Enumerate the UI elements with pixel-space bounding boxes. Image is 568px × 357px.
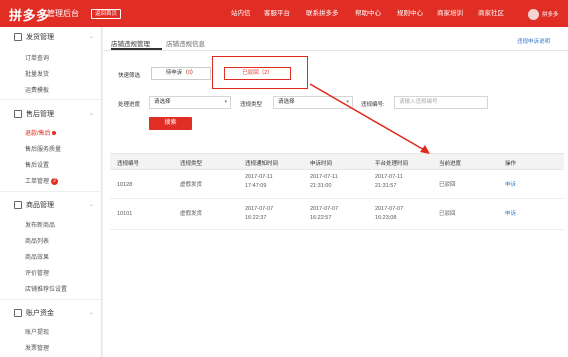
appeal-link[interactable]: 申诉 [505,210,516,218]
cell-notice-time: 17:47:09 [245,183,267,189]
divider [0,99,101,100]
chevron-down-icon: ▾ [224,99,227,105]
violation-no-label: 违规编号: [361,102,385,108]
sidebar-item-service-quality[interactable]: 售后服务质量 [25,144,61,153]
violation-no-input[interactable]: 请输入违规编号 [394,96,488,109]
col-handle-time: 平台处理时间 [375,161,409,167]
tabs-divider [103,50,568,51]
sidebar-item-bulk-shipping[interactable]: 批量发货 [25,69,49,78]
notification-dot [51,131,56,136]
top-bar: 拼多多 管理后台 返回首页 站内信 客服平台 联系拼多多 帮助中心 规则中心 商… [0,0,568,27]
violation-type-label: 违规类型 [240,102,263,108]
sidebar-item-goods-list[interactable]: 商品列表 [25,236,49,245]
row-divider [110,198,564,199]
cell-status: 已驳回 [439,211,456,217]
main-content: 店铺违规管理 店铺违规信息 违规申诉说明 快速筛选 待申诉（0） 已驳回（2） … [103,27,568,357]
account-icon [14,309,22,317]
col-notice-time: 违规通知时间 [245,161,279,167]
col-appeal-time: 申诉时间 [310,161,333,167]
progress-select[interactable]: 请选择 ▾ [149,96,231,109]
cell-violation-no: 10128 [117,182,133,188]
progress-label: 处理进度 [118,102,141,108]
nav-service-platform[interactable]: 客服平台 [264,0,290,27]
col-violation-no: 违规编号 [117,161,140,167]
sidebar-item-shipping-template[interactable]: 运费模板 [25,85,49,94]
sidebar-item-after-sale-settings[interactable]: 售后设置 [25,160,49,169]
sidebar: 发货管理 ⌄ 订单查询 批量发货 运费模板 售后管理 ⌄ 退款/售后 售后服务质… [0,27,102,357]
row-divider [110,229,564,230]
nav-merchant-training[interactable]: 商家培训 [437,0,463,27]
chevron-down-icon[interactable]: ⌄ [89,110,94,117]
nav-rules-center[interactable]: 规则中心 [397,0,423,27]
filter-pending-appeal[interactable]: 待申诉（0） [151,67,211,80]
chevron-down-icon[interactable]: ⌄ [89,201,94,208]
cell-handle-time: 16:23:08 [375,215,397,221]
avatar [528,8,539,20]
cell-appeal-date: 2017-07-07 [310,206,339,212]
cell-appeal-time: 16:22:57 [310,215,332,221]
goods-icon [14,201,22,209]
back-home-button[interactable]: 返回首页 [91,9,122,19]
quick-filter-label: 快速筛选 [118,73,141,79]
tab-violation-management[interactable]: 店铺违规管理 [111,38,150,48]
appeal-help-link[interactable]: 违规申诉说明 [517,37,550,45]
sidebar-item-withdraw[interactable]: 账户提现 [25,327,49,336]
cell-notice-date: 2017-07-11 [245,174,273,180]
cell-appeal-time: 21:31:00 [310,183,332,189]
sidebar-section-delivery[interactable]: 发货管理 [14,32,54,42]
after-sale-icon [14,110,22,118]
chevron-down-icon: ▾ [346,99,349,105]
search-button[interactable]: 搜索 [149,117,192,130]
nav-help-center[interactable]: 帮助中心 [355,0,381,27]
cell-handle-date: 2017-07-11 [375,174,403,180]
table-header: 违规编号 违规类型 违规通知时间 申诉时间 平台处理时间 当前进度 操作 [110,153,564,170]
cell-notice-date: 2017-07-07 [245,206,274,212]
nav-messages[interactable]: 站内信 [231,0,251,27]
tab-violation-info[interactable]: 店铺违规信息 [166,38,205,48]
sidebar-item-invoice[interactable]: 发票管理 [25,343,49,352]
chevron-down-icon[interactable]: ⌄ [89,33,94,40]
cell-violation-type: 虚假发货 [180,182,203,188]
divider [0,191,101,192]
chevron-down-icon[interactable]: ⌄ [89,309,94,316]
sidebar-item-goods-effect[interactable]: 商品效果 [25,252,49,261]
sidebar-section-goods[interactable]: 商品管理 [14,200,54,210]
annotation-highlight-box [212,56,308,89]
cell-handle-time: 21:31:57 [375,183,397,189]
cell-notice-time: 16:22:37 [245,215,267,221]
username: 拼多多 [542,12,559,18]
cell-violation-type: 虚假发货 [180,211,203,217]
violation-type-select[interactable]: 请选择 ▾ [273,96,353,109]
sidebar-item-order-query[interactable]: 订单查询 [25,53,49,62]
user-menu[interactable]: 拼多多 [528,7,559,21]
sidebar-section-account[interactable]: 账户资金 [14,308,54,318]
col-status: 当前进度 [439,161,462,167]
sidebar-item-reviews[interactable]: 评价管理 [25,268,49,277]
appeal-link[interactable]: 申诉 [505,181,516,189]
delivery-icon [14,33,22,41]
divider [0,299,101,300]
brand-logo[interactable]: 拼多多 [9,5,50,24]
sidebar-item-shop-recommend[interactable]: 店铺推荐位设置 [25,284,67,293]
ticket-count-badge: 2 [51,177,59,185]
cell-status: 已驳回 [439,182,456,188]
sidebar-section-after-sale[interactable]: 售后管理 [14,109,54,119]
sidebar-item-publish-goods[interactable]: 发布新商品 [25,220,55,229]
nav-merchant-community[interactable]: 商家社区 [478,0,504,27]
app-subtitle: 管理后台 [47,9,79,18]
sidebar-item-tickets[interactable]: 工单管理 2 [25,176,59,185]
sidebar-item-refunds[interactable]: 退款/售后 [25,128,56,137]
col-violation-type: 违规类型 [180,161,203,167]
nav-contact[interactable]: 联系拼多多 [306,0,339,27]
col-action: 操作 [505,161,517,167]
cell-handle-date: 2017-07-07 [375,206,404,212]
cell-appeal-date: 2017-07-11 [310,174,338,180]
cell-violation-no: 10101 [117,211,133,217]
